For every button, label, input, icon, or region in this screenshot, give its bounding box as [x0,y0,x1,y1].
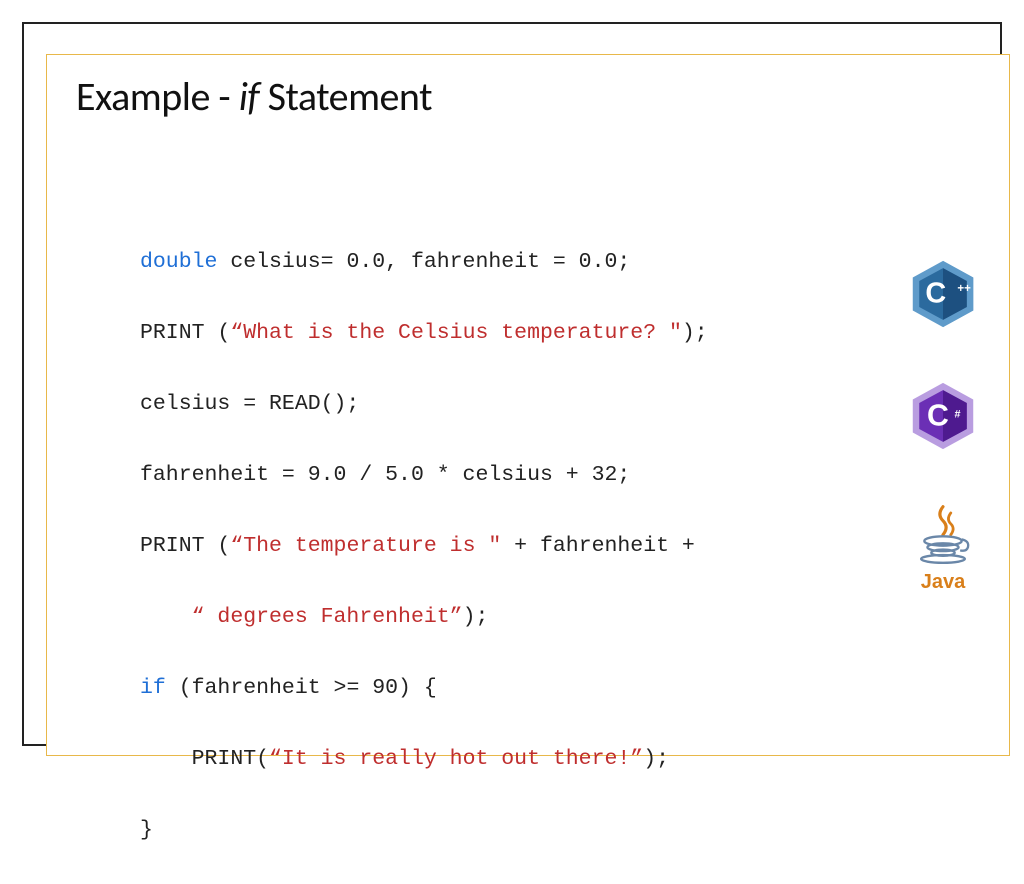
code-line-2: PRINT (“What is the Celsius temperature?… [140,316,708,351]
cpp-icon: C ++ [907,258,979,335]
code-line-4: fahrenheit = 9.0 / 5.0 * celsius + 32; [140,458,708,493]
code-line-5: PRINT (“The temperature is " + fahrenhei… [140,529,708,564]
keyword-double: double [140,250,217,274]
title-pre: Example - [76,72,239,121]
string-literal: “The temperature is " [230,534,501,558]
keyword-if: if [140,676,166,700]
code-line-6: “ degrees Fahrenheit”); [140,600,708,635]
svg-text:C: C [927,399,949,432]
svg-text:C: C [925,278,946,310]
code-block: double celsius= 0.0, fahrenheit = 0.0; P… [140,210,708,884]
slide-title: Example - if Statement [76,72,432,121]
code-line-1: double celsius= 0.0, fahrenheit = 0.0; [140,245,708,280]
code-line-8: PRINT(“It is really hot out there!”); [140,742,708,777]
svg-text:++: ++ [957,283,971,295]
java-label: Java [904,571,982,594]
java-icon: Java [904,502,982,594]
string-literal: “ degrees Fahrenheit” [192,605,463,629]
code-line-9: } [140,813,708,848]
title-italic: if [239,72,259,121]
csharp-icon: C # [907,380,979,457]
code-line-7: if (fahrenheit >= 90) { [140,671,708,706]
language-icons: C ++ C # Java [904,258,982,594]
string-literal: “What is the Celsius temperature? " [230,321,682,345]
svg-text:#: # [955,408,961,420]
string-literal: “It is really hot out there!” [269,747,643,771]
code-line-3: celsius = READ(); [140,387,708,422]
title-post: Statement [259,72,432,121]
